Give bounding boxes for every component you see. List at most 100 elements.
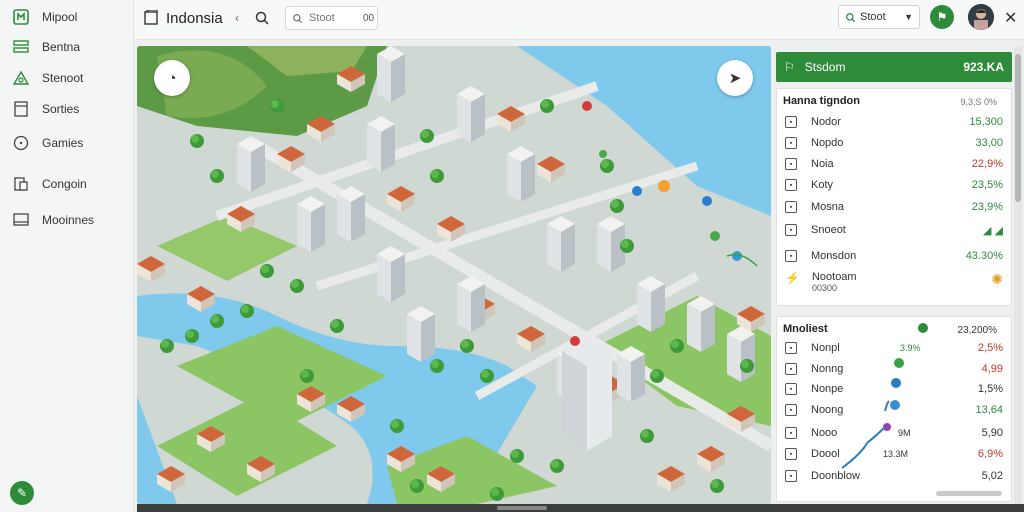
row-icon: ▪ [785, 363, 797, 375]
edit-fab-button[interactable]: ✎ [10, 481, 34, 505]
sidebar-item-label: Sorties [42, 102, 80, 116]
row-icon: ▪ [785, 158, 797, 170]
list-item[interactable]: ▪ Snoeot ◢ ◢ [785, 221, 1003, 239]
list-item[interactable]: ⚡ Nootoam 00300 ✺ [785, 271, 1003, 299]
sidebar-item-label: Mooinnes [42, 213, 95, 227]
search-stepper[interactable]: 00 [363, 13, 374, 24]
list-item[interactable]: ▪ Noia 22,9% [785, 155, 1003, 173]
bolt-icon: ⚡ [785, 271, 800, 285]
row-icon: ▪ [785, 116, 797, 128]
row-value: 43.30% [965, 250, 1003, 262]
row-icon: ▪ [785, 427, 797, 439]
summary-value: 923.KA [963, 60, 1004, 74]
stats-panel: ⚐ Stsdom 923.KA Hanna tigndon 9,3,S 0% ▪… [772, 46, 1024, 504]
city-map[interactable]: ◔ ➤ [137, 46, 771, 504]
flag-button[interactable]: ⚑ [930, 5, 954, 29]
triangle-icon [12, 69, 30, 87]
list-item[interactable]: ▪ Koty 23,5% [785, 176, 1003, 194]
row-icon: ▪ [785, 470, 797, 482]
row-value: 4,99 [981, 363, 1003, 375]
list-item[interactable]: ▪ Nopdo 33,00 [785, 134, 1003, 152]
document-icon [144, 10, 158, 25]
row-icon: ▪ [785, 137, 797, 149]
sidebar-item-label: Mipool [42, 10, 78, 24]
filter-select[interactable]: Stoot ▼ [838, 5, 920, 29]
row-value: 5,90 [981, 427, 1003, 439]
row-value: 15,300 [969, 116, 1003, 128]
list-item[interactable]: ▪ Mosna 23,9% [785, 198, 1003, 216]
chevron-down-icon: ▼ [904, 12, 913, 22]
flag-icon: ⚑ [936, 10, 948, 24]
card-title: Hanna tigndon [783, 95, 860, 107]
row-label: Mosna [811, 201, 845, 213]
panel-scrollbar-horizontal[interactable] [936, 491, 1002, 496]
row-value: 5,02 [981, 470, 1003, 482]
close-icon[interactable]: ✕ [1004, 8, 1017, 28]
row-value: 13,64 [975, 404, 1003, 416]
map-canvas [137, 46, 771, 504]
chevron-icon[interactable]: ‹ [235, 11, 239, 25]
pin-icon: ⚐ [784, 60, 795, 74]
sidebar-item-label: Bentna [42, 40, 81, 54]
row-label: Nonpl [811, 342, 840, 354]
avatar[interactable] [968, 4, 994, 30]
row-value: ◢ ◢ [983, 224, 1003, 237]
row-icon: ▪ [785, 448, 797, 460]
sidebar-item-stenoot[interactable]: Stenoot [12, 66, 83, 90]
list-item[interactable]: ▪ Nodor 15,300 [785, 113, 1003, 131]
stats-card: Hanna tigndon 9,3,S 0% ▪ Nodor 15,300 ▪ Nop… [776, 88, 1012, 306]
layers-icon [12, 38, 30, 56]
search-field[interactable]: 00 [285, 6, 378, 30]
row-label: Monsdon [811, 250, 857, 262]
row-icon: ▪ [785, 179, 797, 191]
row-label: Koty [811, 179, 834, 191]
search-input[interactable] [309, 12, 359, 24]
sidebar-item-mooinnes[interactable]: Mooinnes [12, 208, 94, 232]
search-icon[interactable] [254, 10, 270, 26]
status-dot [918, 323, 928, 333]
summary-label: Stsdom [804, 60, 846, 74]
row-icon: ▪ [785, 201, 797, 213]
search-icon [846, 12, 856, 22]
row-icon: ▪ [785, 342, 797, 354]
row-label: Nopdo [811, 137, 844, 149]
row-value: 6,9% [977, 448, 1003, 460]
search-icon [293, 13, 303, 23]
filter-select-value: Stoot [860, 11, 886, 23]
horizontal-scrollbar[interactable] [137, 504, 1024, 512]
scrollbar-thumb[interactable] [1015, 54, 1021, 202]
row-label: Nodor [811, 116, 841, 128]
sidebar-item-congoin[interactable]: Congoin [12, 172, 87, 196]
sidebar: Mipool Bentna Stenoot Sorties Gamies Con… [0, 0, 134, 512]
row-icon: ▪ [785, 383, 797, 395]
app-window: Mipool Bentna Stenoot Sorties Gamies Con… [0, 0, 1024, 512]
sidebar-item-mipool[interactable]: Mipool [12, 5, 77, 29]
sidebar-item-bentna[interactable]: Bentna [12, 35, 80, 59]
list-item[interactable]: ▪ Monsdon 43.30% [785, 247, 1003, 265]
row-icon: ▪ [785, 224, 797, 236]
edit-icon: ✎ [16, 486, 28, 500]
copy-icon [12, 175, 30, 193]
sidebar-item-label: Congoin [42, 177, 87, 191]
page-title: Indonsia [166, 10, 223, 27]
row-sub: 00300 [811, 283, 837, 293]
sparkline-graphic [841, 358, 904, 469]
row-value: 33,00 [975, 137, 1003, 149]
sidebar-item-sorties[interactable]: Sorties [12, 97, 79, 121]
monitor-icon [12, 211, 30, 229]
top-bar: Indonsia ‹ 00 Stoot ▼ ⚑ ✕ [134, 0, 1024, 40]
navigation-arrow-icon: ➤ [728, 70, 742, 87]
row-label: Noia [811, 158, 834, 170]
sidebar-item-gamies[interactable]: Gamies [12, 131, 83, 155]
row-label: Nootoam [811, 271, 857, 283]
navigate-button[interactable]: ➤ [717, 60, 753, 96]
document-icon [12, 100, 30, 118]
card-title: Mnoliest [783, 323, 828, 335]
card-title-value: 9,3,S 0% [960, 97, 997, 107]
summary-header[interactable]: ⚐ Stsdom 923.KA [776, 52, 1012, 82]
locate-button[interactable]: ◔ [154, 60, 190, 96]
panel-scrollbar[interactable] [1014, 46, 1022, 504]
row-value: 23,5% [971, 179, 1003, 191]
row-icon: ▪ [785, 404, 797, 416]
row-value: 1,5% [977, 383, 1003, 395]
